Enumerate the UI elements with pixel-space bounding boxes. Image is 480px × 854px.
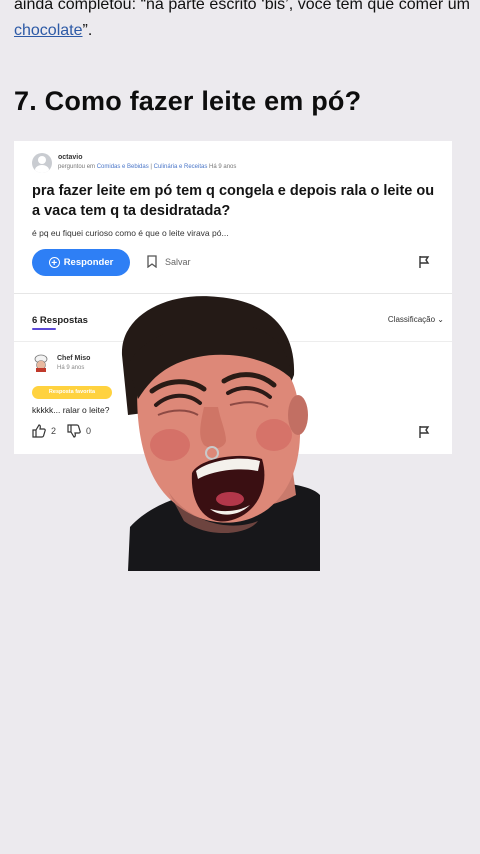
answer-button[interactable]: + Responder [32,249,130,276]
answer-votes: 2 0 [32,424,91,438]
article-text-part2: ”. [82,22,93,39]
report-flag-icon[interactable] [418,255,431,269]
thumbs-up-icon[interactable] [32,424,46,438]
question-meta: perguntou em Comidas e Bebidas | Culinár… [58,162,236,172]
asked-in-label: perguntou em [58,164,96,170]
user-avatar-icon[interactable] [32,153,52,173]
thumbs-down-icon[interactable] [67,424,81,438]
question-body: é pq eu fiquei curioso como é que o leit… [32,228,229,238]
save-label: Salvar [165,256,191,267]
laughing-man-sticker [108,295,322,571]
answer-username[interactable]: Chef Miso [57,354,90,363]
question-time: Há 9 anos [209,164,237,170]
divider [14,293,452,294]
article-paragraph: ainda completou: “na parte escrito ‘bis’… [14,0,470,44]
question-title: pra fazer leite em pó tem q congela e de… [32,183,435,219]
tab-underline [32,328,56,330]
chocolate-link[interactable]: chocolate [14,22,83,39]
bookmark-icon [147,255,157,268]
sort-dropdown[interactable]: Classificação ⌄ [388,315,444,324]
report-flag-icon[interactable] [418,425,431,439]
question-header: octavio perguntou em Comidas e Bebidas |… [32,153,236,173]
sort-label: Classificação [387,315,436,324]
category-separator: | [150,164,152,170]
question-username[interactable]: octavio [58,153,236,162]
like-count: 2 [51,426,57,436]
favorite-answer-badge: Resposta favorita [32,386,112,399]
category-link-food[interactable]: Comidas e Bebidas [97,164,149,170]
answer-text: kkkkk... ralar o leite? [32,405,110,415]
article-text-part1: ainda completou: “na parte escrito ‘bis’… [14,0,470,13]
save-button[interactable]: Salvar [147,255,191,268]
answer-time: Há 9 anos [57,365,85,371]
section-title: 7. Como fazer leite em pó? [14,86,362,116]
category-link-cooking[interactable]: Culinária e Receitas [154,164,208,170]
answer-header: Chef Miso Há 9 anos [32,354,90,373]
plus-circle-icon: + [48,257,60,269]
dislike-count: 0 [86,426,92,436]
chef-avatar-icon[interactable] [32,354,50,372]
answer-button-label: Responder [63,257,114,268]
chevron-down-icon: ⌄ [437,315,444,324]
answers-count-tab[interactable]: 6 Respostas [32,315,88,326]
